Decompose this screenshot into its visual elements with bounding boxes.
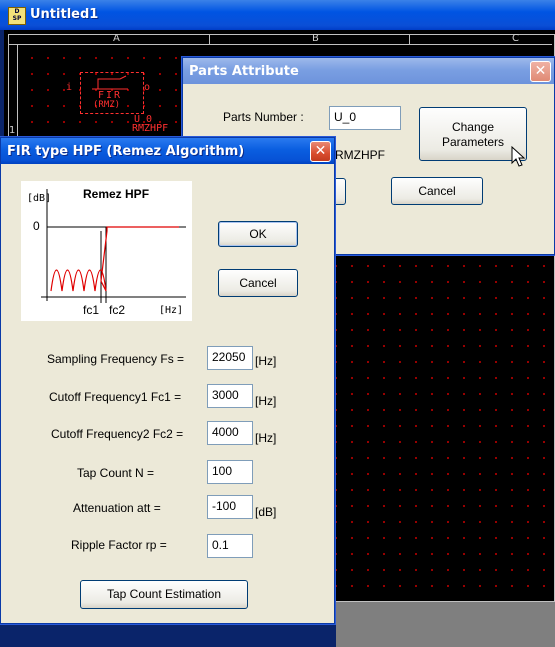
mouse-cursor-icon (511, 146, 526, 167)
graph-title: Remez HPF (83, 187, 150, 201)
fir-dialog-title-bar[interactable]: FIR type HPF (Remez Algorithm) ✕ (1, 138, 334, 164)
tap-count-label: Tap Count N = (77, 466, 155, 480)
close-icon[interactable]: ✕ (530, 61, 551, 82)
fc1-label: fc1 (83, 303, 100, 317)
ruler-divider (209, 35, 210, 44)
cutoff-frequency2-unit: [Hz] (255, 431, 277, 445)
attenuation-unit: [dB] (255, 505, 277, 519)
fir-dialog-title: FIR type HPF (Remez Algorithm) (7, 144, 245, 159)
x-unit-label: [Hz] (159, 305, 184, 316)
response-graph: Remez HPF [dB] 0 fc1 fc2 [Hz] (21, 181, 192, 321)
part-type-label: RMZHPF (132, 123, 169, 134)
sampling-frequency-label: Sampling Frequency Fs = (47, 352, 185, 366)
attenuation-input[interactable]: -100 (207, 495, 253, 519)
app-icon-text-top: D (14, 8, 20, 15)
filter-sub-label: (RMZ) (93, 100, 121, 110)
fc2-label: fc2 (109, 303, 126, 317)
ripple-factor-input[interactable]: 0.1 (207, 534, 253, 558)
cutoff-frequency1-label: Cutoff Frequency1 Fc1 = (49, 390, 182, 404)
cancel-button[interactable]: Cancel (218, 269, 298, 297)
parts-attribute-title: Parts Attribute (189, 64, 299, 79)
ruler-divider (409, 35, 410, 44)
ripple-factor-label: Ripple Factor rp = (71, 538, 167, 552)
parts-cancel-button[interactable]: Cancel (391, 177, 483, 205)
cutoff-frequency1-input[interactable]: 3000 (207, 384, 253, 408)
part-type-text: RMZHPF (335, 148, 385, 162)
fir-part-symbol[interactable]: i o FIR (RMZ) (66, 60, 166, 120)
cutoff-frequency1-unit: [Hz] (255, 394, 277, 408)
fir-hpf-dialog: FIR type HPF (Remez Algorithm) ✕ Remez H… (0, 137, 335, 624)
pin-out-label: o (144, 82, 151, 93)
main-title-bar[interactable]: D SP Untitled1 (0, 0, 555, 30)
close-icon[interactable]: ✕ (310, 141, 331, 162)
column-ruler: A B C (9, 33, 552, 45)
ruler-row-1: 1 (9, 125, 16, 136)
ruler-col-c: C (512, 33, 519, 44)
response-curve (50, 226, 179, 292)
cutoff-frequency2-label: Cutoff Frequency2 Fc2 = (51, 427, 184, 441)
zero-db-label: 0 (33, 219, 40, 233)
attenuation-label: Attenuation att = (73, 501, 161, 515)
workspace-gray (336, 602, 555, 647)
sampling-frequency-unit: [Hz] (255, 354, 277, 368)
ruler-col-b: B (312, 33, 319, 44)
sampling-frequency-input[interactable]: 22050 (207, 346, 253, 370)
parts-attribute-title-bar[interactable]: Parts Attribute ✕ (183, 58, 554, 84)
parts-number-label: Parts Number : (223, 110, 304, 124)
y-unit-label: [dB] (27, 193, 52, 204)
pin-in-label: i (66, 82, 73, 93)
tap-count-estimation-button[interactable]: Tap Count Estimation (80, 580, 248, 609)
ok-button[interactable]: OK (218, 221, 298, 247)
parts-number-input[interactable]: U_0 (329, 106, 401, 130)
app-icon-text-bottom: SP (12, 15, 22, 22)
main-window-title: Untitled1 (30, 7, 99, 22)
tap-count-input[interactable]: 100 (207, 460, 253, 484)
app-icon: D SP (8, 7, 26, 25)
cutoff-frequency2-input[interactable]: 4000 (207, 421, 253, 445)
change-parameters-line1: Change (451, 120, 495, 134)
ruler-col-a: A (113, 33, 120, 44)
